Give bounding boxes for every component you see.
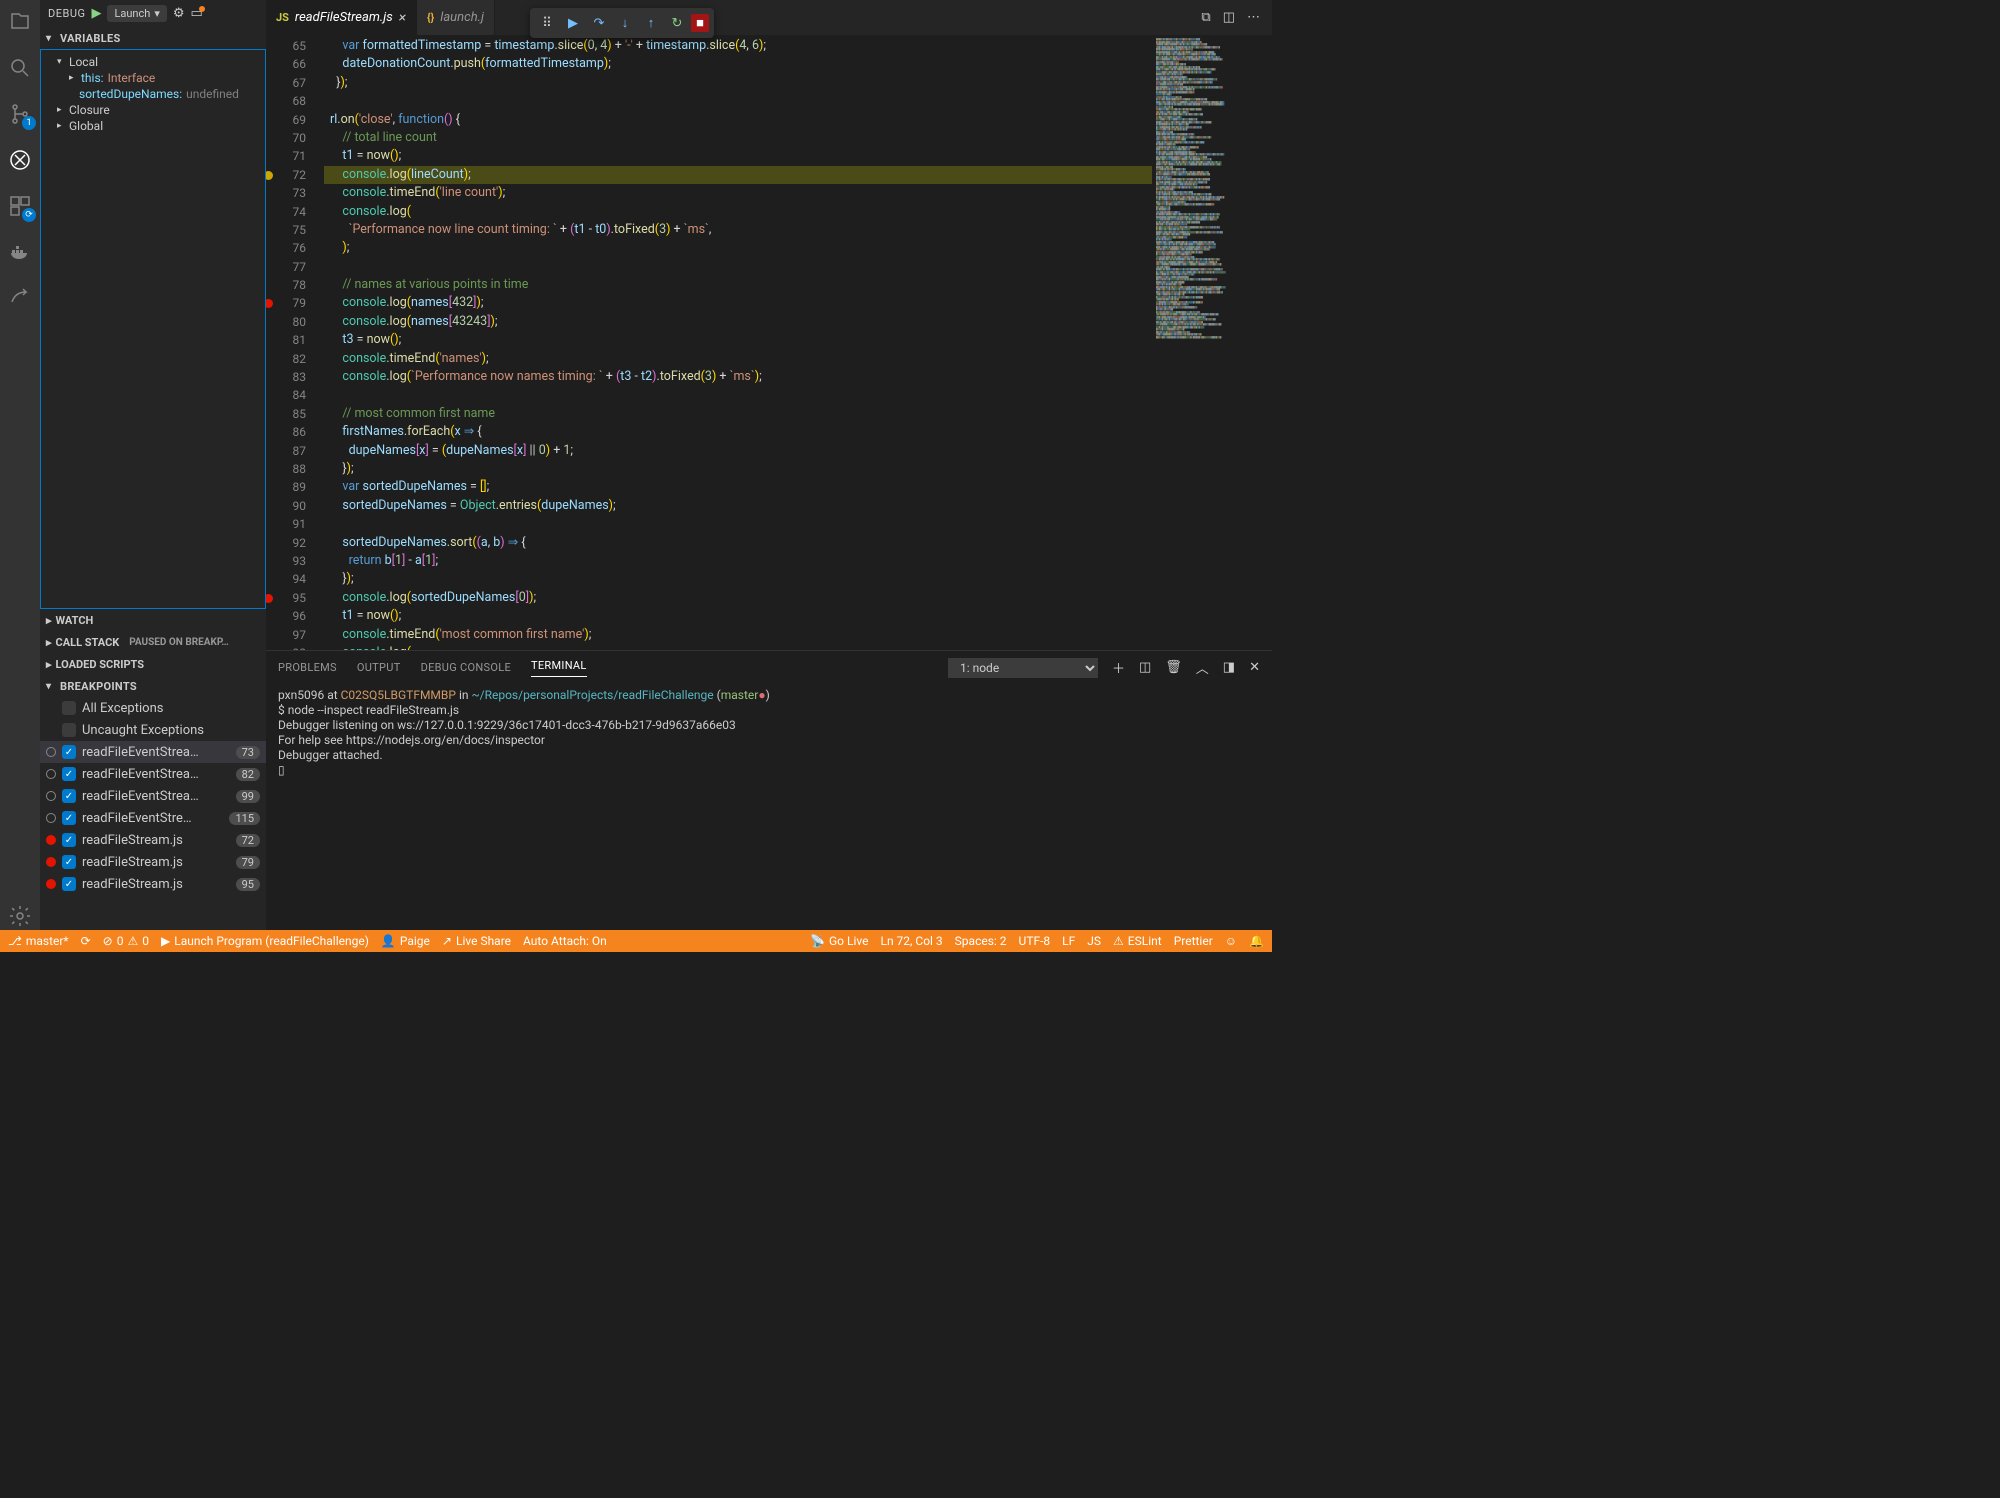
start-debug-button[interactable]: ▶ <box>91 6 101 21</box>
launch-config-select[interactable]: Launch▾ <box>107 5 166 22</box>
terminal-content[interactable]: pxn5096 at C02SQ5LBGTFMMBP in ~/Repos/pe… <box>266 684 1272 930</box>
breakpoint-row[interactable]: All Exceptions <box>40 697 266 719</box>
grip-icon[interactable]: ⠿ <box>535 11 559 35</box>
language-status[interactable]: JS <box>1087 934 1101 948</box>
notifications-icon[interactable]: 🔔 <box>1249 934 1264 948</box>
step-into-button[interactable]: ↓ <box>613 11 637 35</box>
terminal-select[interactable]: 1: node <box>948 658 1098 678</box>
scope-closure[interactable]: ▸Closure <box>41 102 265 118</box>
step-over-button[interactable]: ↷ <box>587 11 611 35</box>
breakpoint-row[interactable]: ✓readFileEventStre…115 <box>40 807 266 829</box>
launch-status[interactable]: ▶ Launch Program (readFileChallenge) <box>161 934 369 948</box>
live-share-status[interactable]: ↗ Live Share <box>442 934 511 948</box>
config-gear-icon[interactable]: ⚙ <box>173 6 185 21</box>
status-bar: ⎇ master* ⟳ ⊘ 0 ⚠ 0 ▶ Launch Program (re… <box>0 930 1272 952</box>
live-share-icon[interactable] <box>6 284 34 312</box>
tab-launch[interactable]: {}launch.j <box>417 0 495 35</box>
split-terminal-icon[interactable]: ◫ <box>1139 660 1151 675</box>
variables-section-head[interactable]: ▾VARIABLES <box>40 27 266 49</box>
breakpoint-row[interactable]: ✓readFileStream.js95 <box>40 873 266 895</box>
new-terminal-icon[interactable]: ＋ <box>1112 658 1125 677</box>
cursor-position[interactable]: Ln 72, Col 3 <box>880 934 942 948</box>
go-live-status[interactable]: 📡 Go Live <box>810 934 868 948</box>
breakpoint-row[interactable]: ✓readFileEventStrea…73 <box>40 741 266 763</box>
errors-status[interactable]: ⊘ 0 ⚠ 0 <box>103 934 149 948</box>
maximize-panel-icon[interactable]: ︿ <box>1196 658 1209 677</box>
breakpoints-section-head[interactable]: ▾BREAKPOINTS <box>40 675 266 697</box>
more-icon[interactable]: ⋯ <box>1247 10 1260 25</box>
indentation-status[interactable]: Spaces: 2 <box>955 934 1007 948</box>
variables-body: ▾Local ▸this: Interface sortedDupeNames:… <box>40 49 266 609</box>
docker-icon[interactable] <box>6 238 34 266</box>
step-out-button[interactable]: ↑ <box>639 11 663 35</box>
continue-button[interactable]: ▶ <box>561 11 585 35</box>
settings-gear-icon[interactable] <box>6 902 34 930</box>
minimap[interactable]: ███████████████████████████████ ████████… <box>1152 35 1272 650</box>
editor-area: JSreadFileStream.js× {}launch.j ⧉ ◫ ⋯ 65… <box>266 0 1272 930</box>
move-panel-icon[interactable]: ◨ <box>1223 660 1235 675</box>
stop-button[interactable]: ■ <box>691 14 709 32</box>
editor-actions: ⧉ ◫ ⋯ <box>1189 0 1272 35</box>
auto-attach-status[interactable]: Auto Attach: On <box>523 934 607 948</box>
tab-bar: JSreadFileStream.js× {}launch.j ⧉ ◫ ⋯ <box>266 0 1272 35</box>
debug-label: DEBUG <box>48 7 85 20</box>
breakpoint-row[interactable]: ✓readFileStream.js79 <box>40 851 266 873</box>
loaded-scripts-section[interactable]: ▸LOADED SCRIPTS <box>40 653 266 675</box>
kill-terminal-icon[interactable]: 🗑 <box>1165 660 1182 675</box>
watch-section[interactable]: ▸WATCH <box>40 609 266 631</box>
var-this[interactable]: ▸this: Interface <box>41 70 265 86</box>
tab-readfilestream[interactable]: JSreadFileStream.js× <box>266 0 417 35</box>
breakpoint-row[interactable]: ✓readFileEventStrea…82 <box>40 763 266 785</box>
debug-console-icon[interactable]: ▭ <box>191 6 203 21</box>
split-editor-icon[interactable]: ◫ <box>1223 10 1235 25</box>
eslint-status[interactable]: ⚠ ESLint <box>1113 934 1162 948</box>
prettier-status[interactable]: Prettier <box>1174 934 1213 948</box>
sync-status[interactable]: ⟳ <box>81 934 91 948</box>
activity-bar: 1 ⟳ <box>0 0 40 930</box>
branch-status[interactable]: ⎇ master* <box>8 934 69 948</box>
tab-problems[interactable]: PROBLEMS <box>278 661 337 674</box>
explorer-icon[interactable] <box>6 8 34 36</box>
breakpoint-row[interactable]: Uncaught Exceptions <box>40 719 266 741</box>
panel-tabs: PROBLEMS OUTPUT DEBUG CONSOLE TERMINAL 1… <box>266 651 1272 684</box>
debug-toolbar: ⠿ ▶ ↷ ↓ ↑ ↻ ■ <box>530 8 714 38</box>
breakpoint-row[interactable]: ✓readFileStream.js72 <box>40 829 266 851</box>
breakpoints-list: All ExceptionsUncaught Exceptions✓readFi… <box>40 697 266 895</box>
tab-output[interactable]: OUTPUT <box>357 661 401 674</box>
bottom-panel: PROBLEMS OUTPUT DEBUG CONSOLE TERMINAL 1… <box>266 650 1272 930</box>
close-panel-icon[interactable]: ✕ <box>1249 660 1260 675</box>
code-editor[interactable]: var formattedTimestamp = timestamp.slice… <box>324 35 1152 650</box>
extensions-icon[interactable]: ⟳ <box>6 192 34 220</box>
user-status[interactable]: 👤 Paige <box>381 934 430 948</box>
eol-status[interactable]: LF <box>1062 934 1075 948</box>
callstack-section[interactable]: ▸CALL STACKPAUSED ON BREAKP… <box>40 631 266 653</box>
gutter[interactable]: 6566676869707172737475767778798081828384… <box>266 35 324 650</box>
search-icon[interactable] <box>6 54 34 82</box>
source-control-icon[interactable]: 1 <box>6 100 34 128</box>
scope-local[interactable]: ▾Local <box>41 54 265 70</box>
restart-button[interactable]: ↻ <box>665 11 689 35</box>
compare-icon[interactable]: ⧉ <box>1201 10 1210 25</box>
feedback-icon[interactable]: ☺ <box>1225 934 1237 948</box>
tab-debug-console[interactable]: DEBUG CONSOLE <box>421 661 511 674</box>
debug-header: DEBUG ▶ Launch▾ ⚙ ▭ <box>40 0 266 27</box>
tab-terminal[interactable]: TERMINAL <box>531 659 587 677</box>
scope-global[interactable]: ▸Global <box>41 118 265 134</box>
debug-icon[interactable] <box>6 146 34 174</box>
encoding-status[interactable]: UTF-8 <box>1019 934 1051 948</box>
debug-sidebar: DEBUG ▶ Launch▾ ⚙ ▭ ▾VARIABLES ▾Local ▸t… <box>40 0 266 930</box>
close-icon[interactable]: × <box>399 10 406 26</box>
breakpoint-row[interactable]: ✓readFileEventStrea…99 <box>40 785 266 807</box>
var-sorted[interactable]: sortedDupeNames: undefined <box>41 86 265 102</box>
